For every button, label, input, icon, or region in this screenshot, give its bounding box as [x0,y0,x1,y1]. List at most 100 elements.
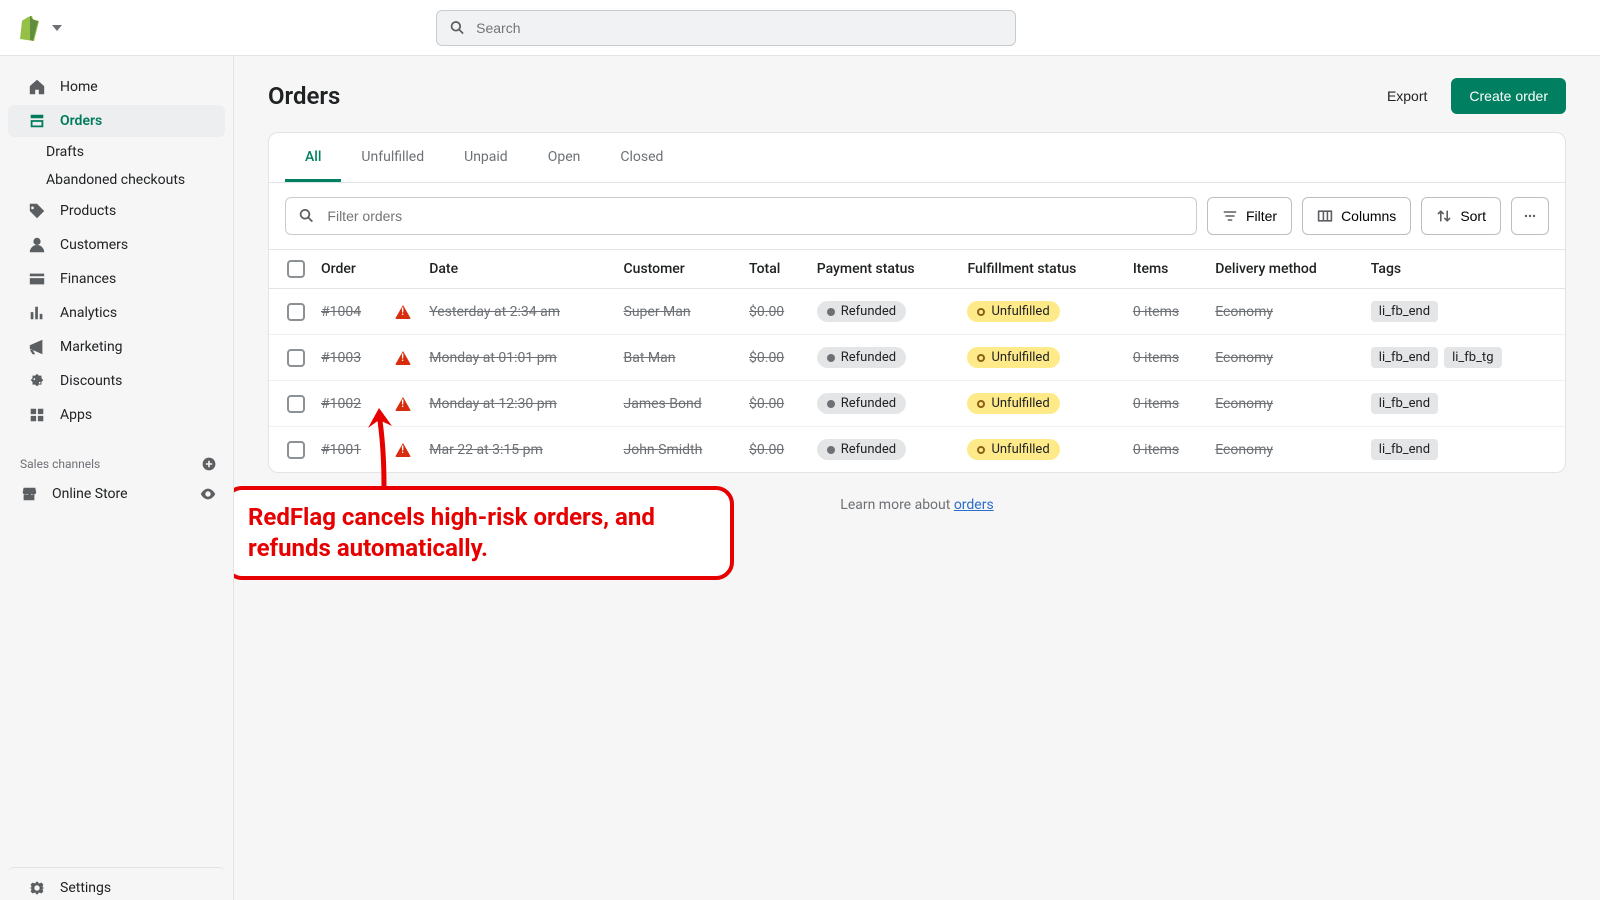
nav-home[interactable]: Home [8,71,225,103]
sort-icon [1436,208,1452,224]
nav-discounts[interactable]: Discounts [8,365,225,397]
add-channel-icon[interactable] [201,456,217,472]
filter-orders-input[interactable] [327,208,1184,224]
customer-name[interactable]: Super Man [624,304,691,320]
customer-name[interactable]: John Smidth [624,442,703,458]
nav-abandoned-checkouts[interactable]: Abandoned checkouts [0,166,233,194]
tab-open[interactable]: Open [528,133,601,182]
th-payment[interactable]: Payment status [809,250,960,289]
nav-finances[interactable]: Finances [8,263,225,295]
gear-icon [28,879,46,897]
dots-icon [1522,208,1538,224]
row-checkbox[interactable] [287,395,305,413]
th-total[interactable]: Total [741,250,809,289]
th-order[interactable]: Order [313,250,387,289]
nav-marketing[interactable]: Marketing [8,331,225,363]
order-number[interactable]: #1003 [321,350,361,366]
filter-button[interactable]: Filter [1207,197,1292,235]
payment-status-badge: Refunded [817,439,906,460]
discounts-icon [28,372,46,390]
annotation-text: RedFlag cancels high-risk orders, and re… [248,503,655,562]
more-actions-button[interactable] [1511,197,1549,235]
filter-orders-input-wrap[interactable] [285,197,1197,235]
fulfillment-status-badge: Unfulfilled [967,393,1059,414]
customer-name[interactable]: Bat Man [624,350,676,366]
global-search[interactable] [436,10,1016,46]
search-icon [298,207,315,225]
th-items[interactable]: Items [1125,250,1207,289]
finances-icon [28,270,46,288]
fulfillment-status-badge: Unfulfilled [967,347,1059,368]
table-row[interactable]: #1004 Yesterday at 2:34 am Super Man $0.00 R… [269,289,1565,335]
store-icon [20,485,38,503]
th-tags[interactable]: Tags [1363,250,1565,289]
columns-icon [1317,208,1333,224]
nav-orders[interactable]: Orders [8,105,225,137]
nav-products[interactable]: Products [8,195,225,227]
nav-label: Marketing [60,339,123,355]
th-customer[interactable]: Customer [616,250,742,289]
home-icon [28,78,46,96]
items-count: 0 items [1133,442,1179,458]
filter-row: Filter Columns Sort [269,183,1565,249]
store-switcher[interactable] [16,15,206,41]
table-row[interactable]: #1002Monday at 12:30 pmJames Bond$0.00Re… [269,381,1565,427]
th-delivery[interactable]: Delivery method [1207,250,1363,289]
nav-analytics[interactable]: Analytics [8,297,225,329]
order-date: Mar 22 at 3:15 pm [429,442,543,458]
th-fulfillment[interactable]: Fulfillment status [959,250,1124,289]
nav-label: Analytics [60,305,117,321]
delivery-method: Economy [1215,442,1273,458]
nav-label: Finances [60,271,116,287]
tags-cell: li_fb_endli_fb_tg [1363,335,1565,381]
delivery-method: Economy [1215,396,1273,412]
tags-cell: li_fb_end [1363,427,1565,473]
nav-label: Orders [60,113,102,129]
row-checkbox[interactable] [287,349,305,367]
channel-label: Online Store [52,486,128,502]
nav-apps[interactable]: Apps [8,399,225,431]
order-total: $0.00 [749,304,784,320]
nav-label: Apps [60,407,92,423]
global-search-input[interactable] [476,20,1003,36]
search-icon [449,19,466,37]
main-content: Orders Export Create order All Unfulfill… [234,56,1600,900]
tag: li_fb_tg [1444,347,1501,368]
nav-label: Products [60,203,116,219]
items-count: 0 items [1133,396,1179,412]
select-all-checkbox[interactable] [287,260,305,278]
th-date[interactable]: Date [421,250,615,289]
tag: li_fb_end [1371,393,1438,414]
table-row[interactable]: #1001Mar 22 at 3:15 pmJohn Smidth$0.00Re… [269,427,1565,473]
order-total: $0.00 [749,396,784,412]
customer-name[interactable]: James Bond [624,396,702,412]
create-order-button[interactable]: Create order [1451,78,1566,114]
table-row[interactable]: #1003Monday at 01:01 pmBat Man$0.00Refun… [269,335,1565,381]
order-number[interactable]: #1002 [321,396,361,412]
caret-down-icon [52,25,62,31]
payment-status-badge: Refunded [817,301,906,322]
learn-more-link[interactable]: orders [954,497,994,513]
channel-online-store[interactable]: Online Store [0,478,233,510]
annotation-callout: RedFlag cancels high-risk orders, and re… [234,486,734,580]
nav-label: Customers [60,237,128,253]
nav-settings[interactable]: Settings [8,867,225,899]
tab-unfulfilled[interactable]: Unfulfilled [341,133,444,182]
row-checkbox[interactable] [287,303,305,321]
sort-button[interactable]: Sort [1421,197,1501,235]
tab-closed[interactable]: Closed [600,133,683,182]
channels-header-label: Sales channels [20,457,100,471]
nav-customers[interactable]: Customers [8,229,225,261]
row-checkbox[interactable] [287,441,305,459]
columns-button[interactable]: Columns [1302,197,1411,235]
eye-icon[interactable] [199,485,217,503]
topbar [0,0,1600,56]
order-total: $0.00 [749,350,784,366]
order-number[interactable]: #1004 [321,304,361,320]
nav-drafts[interactable]: Drafts [0,138,233,166]
order-date: Yesterday at 2:34 am [429,304,560,320]
order-number[interactable]: #1001 [321,442,361,458]
export-button[interactable]: Export [1377,80,1437,112]
tab-all[interactable]: All [285,133,341,182]
tab-unpaid[interactable]: Unpaid [444,133,528,182]
